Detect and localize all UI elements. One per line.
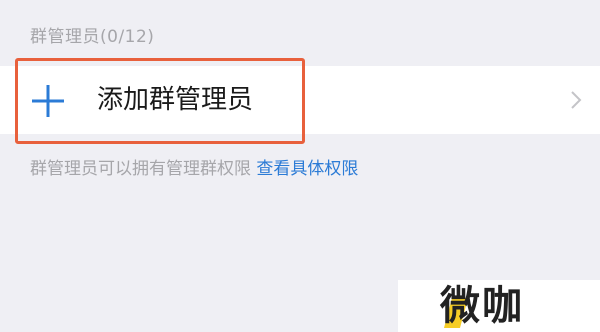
add-admin-label: 添加群管理员: [97, 85, 254, 115]
plus-icon: [32, 85, 64, 117]
add-admin-row[interactable]: 添加群管理员: [0, 66, 600, 134]
section-header: 群管理员(0/12): [30, 27, 155, 47]
watermark-logo: 微咖: [398, 280, 600, 332]
watermark-text: 微咖: [440, 283, 524, 329]
footer-note: 群管理员可以拥有管理群权限 查看具体权限: [30, 154, 358, 179]
footer-note-text: 群管理员可以拥有管理群权限: [30, 159, 251, 179]
chevron-right-icon: [571, 91, 582, 109]
view-permissions-link[interactable]: 查看具体权限: [256, 159, 358, 179]
